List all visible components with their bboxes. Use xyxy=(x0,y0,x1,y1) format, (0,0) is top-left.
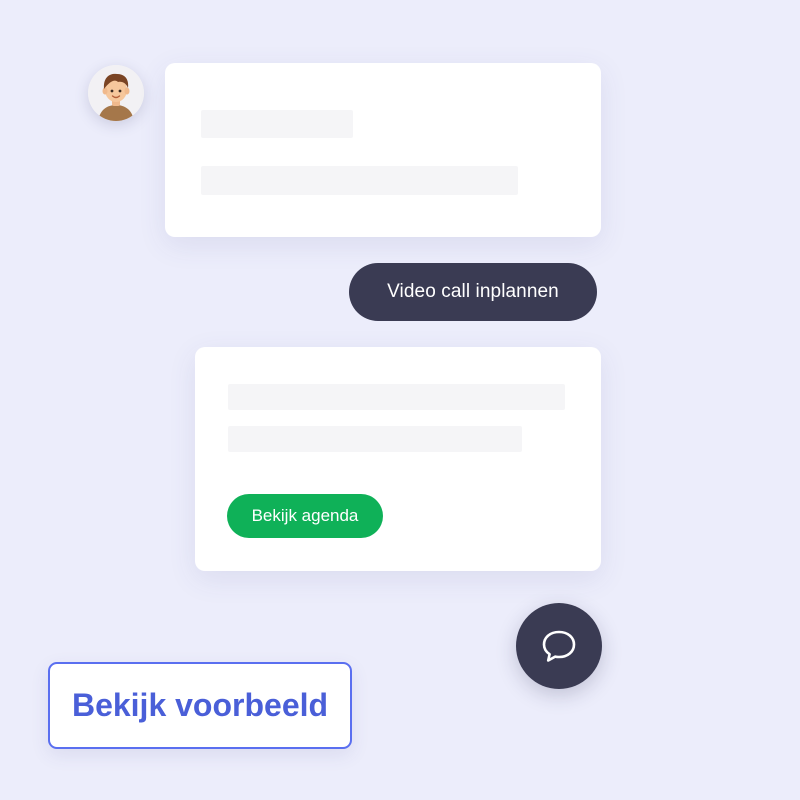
boy-avatar-icon xyxy=(88,65,144,121)
chat-illustration: Video call inplannen Bekijk agenda Bekij… xyxy=(0,0,800,800)
message-placeholder-line xyxy=(228,426,522,452)
view-example-label: Bekijk voorbeeld xyxy=(71,687,329,723)
speech-bubble-icon xyxy=(542,630,576,662)
schedule-video-call-button[interactable]: Video call inplannen xyxy=(349,263,597,321)
incoming-message-card xyxy=(165,63,601,237)
message-placeholder-line xyxy=(228,384,565,410)
view-agenda-button[interactable]: Bekijk agenda xyxy=(227,494,383,538)
avatar xyxy=(88,65,144,121)
message-placeholder-line xyxy=(201,166,518,195)
schedule-video-call-label: Video call inplannen xyxy=(387,281,559,302)
view-example-button[interactable]: Bekijk voorbeeld xyxy=(48,662,352,749)
message-placeholder-line xyxy=(201,110,353,138)
view-agenda-label: Bekijk agenda xyxy=(251,506,359,525)
chat-launcher-button[interactable] xyxy=(516,603,602,689)
reply-message-card: Bekijk agenda xyxy=(195,347,601,571)
